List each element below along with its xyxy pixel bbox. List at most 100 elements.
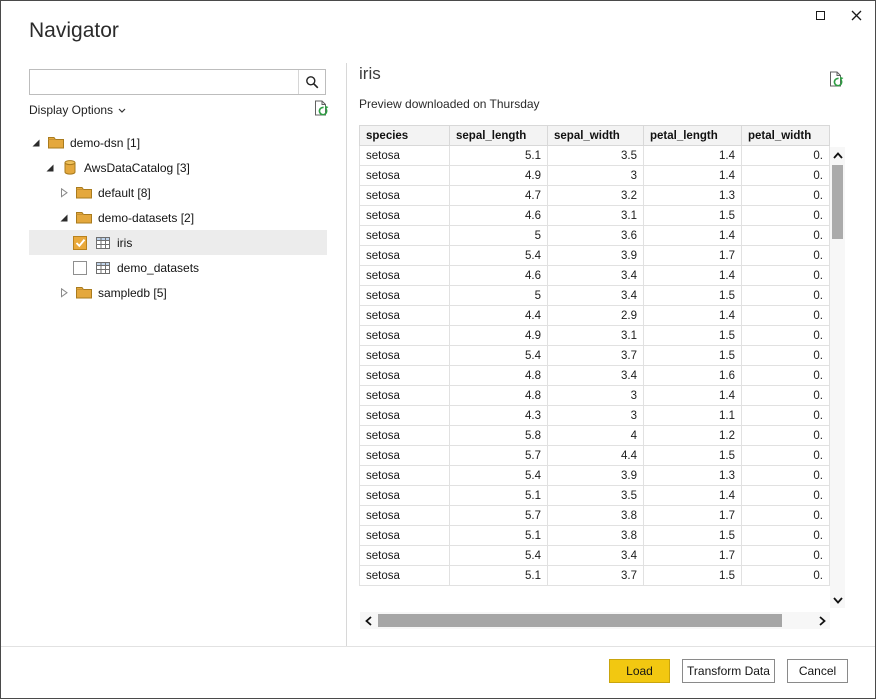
load-button[interactable]: Load	[609, 659, 670, 683]
folder-icon	[74, 211, 93, 224]
table-cell: 3.2	[548, 186, 644, 206]
scroll-up-icon[interactable]	[830, 147, 845, 163]
tree-item-demo-dsn[interactable]: demo-dsn [1]	[29, 130, 327, 155]
navigator-dialog: Navigator Display Options demo-dsn [1]Aw…	[0, 0, 876, 699]
expander-collapsed-icon[interactable]	[59, 285, 74, 300]
table-cell: 1.4	[644, 486, 742, 506]
table-cell: 3.6	[548, 226, 644, 246]
table-cell: 3.5	[548, 146, 644, 166]
tree-item-awsdatacatalog[interactable]: AwsDataCatalog [3]	[29, 155, 327, 180]
display-options-dropdown[interactable]: Display Options	[29, 103, 126, 117]
table-cell: setosa	[360, 506, 450, 526]
expander-expanded-icon[interactable]	[59, 210, 74, 225]
search-icon[interactable]	[298, 70, 325, 94]
search-box	[29, 69, 326, 95]
tree-item-sampledb[interactable]: sampledb [5]	[29, 280, 327, 305]
tree-item-label: default [8]	[98, 186, 151, 200]
table-row: setosa4.83.41.60.	[360, 366, 830, 386]
table-cell: 3.8	[548, 526, 644, 546]
table-cell: setosa	[360, 286, 450, 306]
vertical-scrollbar[interactable]	[830, 147, 845, 608]
refresh-icon[interactable]	[312, 100, 329, 122]
table-cell: 5.4	[450, 466, 548, 486]
table-cell: 1.4	[644, 306, 742, 326]
tree-item-label: sampledb [5]	[98, 286, 167, 300]
table-cell: 1.7	[644, 506, 742, 526]
table-cell: 0.	[742, 406, 830, 426]
table-cell: 5	[450, 286, 548, 306]
table-cell: 0.	[742, 366, 830, 386]
close-button[interactable]	[845, 5, 867, 25]
tree-item-demo-datasets[interactable]: demo-datasets [2]	[29, 205, 327, 230]
display-options-label: Display Options	[29, 103, 113, 117]
table-cell: setosa	[360, 446, 450, 466]
table-cell: 0.	[742, 446, 830, 466]
column-header-species: species	[360, 126, 450, 146]
footer-divider	[1, 646, 875, 647]
tree-item-label: iris	[117, 236, 132, 250]
expander-collapsed-icon[interactable]	[59, 185, 74, 200]
cancel-button[interactable]: Cancel	[787, 659, 848, 683]
transform-data-button[interactable]: Transform Data	[682, 659, 775, 683]
scroll-left-icon[interactable]	[361, 612, 375, 629]
table-cell: 5	[450, 226, 548, 246]
table-cell: setosa	[360, 206, 450, 226]
table-cell: 5.1	[450, 146, 548, 166]
table-cell: 0.	[742, 506, 830, 526]
table-cell: setosa	[360, 486, 450, 506]
table-cell: setosa	[360, 306, 450, 326]
table-row: setosa5.13.71.50.	[360, 566, 830, 586]
expander-expanded-icon[interactable]	[45, 160, 60, 175]
table-cell: 1.4	[644, 226, 742, 246]
table-icon	[93, 262, 112, 274]
table-cell: setosa	[360, 166, 450, 186]
table-cell: 1.4	[644, 266, 742, 286]
scroll-right-icon[interactable]	[815, 612, 829, 629]
folder-icon	[74, 186, 93, 199]
column-header-petal_width: petal_width	[742, 126, 830, 146]
table-cell: 1.5	[644, 326, 742, 346]
table-cell: setosa	[360, 386, 450, 406]
table-cell: 4.4	[450, 306, 548, 326]
table-cell: 0.	[742, 546, 830, 566]
table-row: setosa5.13.51.40.	[360, 486, 830, 506]
maximize-button[interactable]	[809, 5, 831, 25]
table-row: setosa4.63.11.50.	[360, 206, 830, 226]
table-row: setosa4.931.40.	[360, 166, 830, 186]
vertical-scroll-thumb[interactable]	[832, 165, 843, 239]
table-cell: 1.1	[644, 406, 742, 426]
table-cell: 0.	[742, 246, 830, 266]
table-cell: 5.4	[450, 546, 548, 566]
horizontal-scroll-thumb[interactable]	[378, 614, 782, 627]
tree-item-default[interactable]: default [8]	[29, 180, 327, 205]
scroll-down-icon[interactable]	[830, 592, 845, 608]
iris-checkbox[interactable]	[73, 236, 87, 250]
table-row: setosa4.73.21.30.	[360, 186, 830, 206]
search-input[interactable]	[30, 70, 298, 94]
table-cell: 3.1	[548, 326, 644, 346]
demo-datasets-checkbox[interactable]	[73, 261, 87, 275]
table-cell: 1.5	[644, 566, 742, 586]
tree-item-label: demo-datasets [2]	[98, 211, 194, 225]
table-cell: 0.	[742, 286, 830, 306]
refresh-preview-icon[interactable]	[827, 71, 844, 93]
header-row: speciessepal_lengthsepal_widthpetal_leng…	[360, 126, 830, 146]
table-row: setosa5.43.91.30.	[360, 466, 830, 486]
table-cell: 0.	[742, 426, 830, 446]
tree-item-iris[interactable]: iris	[29, 230, 327, 255]
table-cell: 4.8	[450, 386, 548, 406]
table-cell: 3	[548, 406, 644, 426]
expander-expanded-icon[interactable]	[31, 135, 46, 150]
tree-item-demo-datasets[interactable]: demo_datasets	[29, 255, 327, 280]
table-cell: 1.7	[644, 246, 742, 266]
table-row: setosa5.13.51.40.	[360, 146, 830, 166]
maximize-icon	[816, 11, 825, 20]
table-cell: 1.2	[644, 426, 742, 446]
table-cell: setosa	[360, 186, 450, 206]
table-cell: 0.	[742, 226, 830, 246]
horizontal-scrollbar[interactable]	[360, 612, 830, 629]
tree-item-label: demo-dsn [1]	[70, 136, 140, 150]
table-row: setosa5.43.71.50.	[360, 346, 830, 366]
table-cell: 2.9	[548, 306, 644, 326]
table-cell: 1.3	[644, 186, 742, 206]
